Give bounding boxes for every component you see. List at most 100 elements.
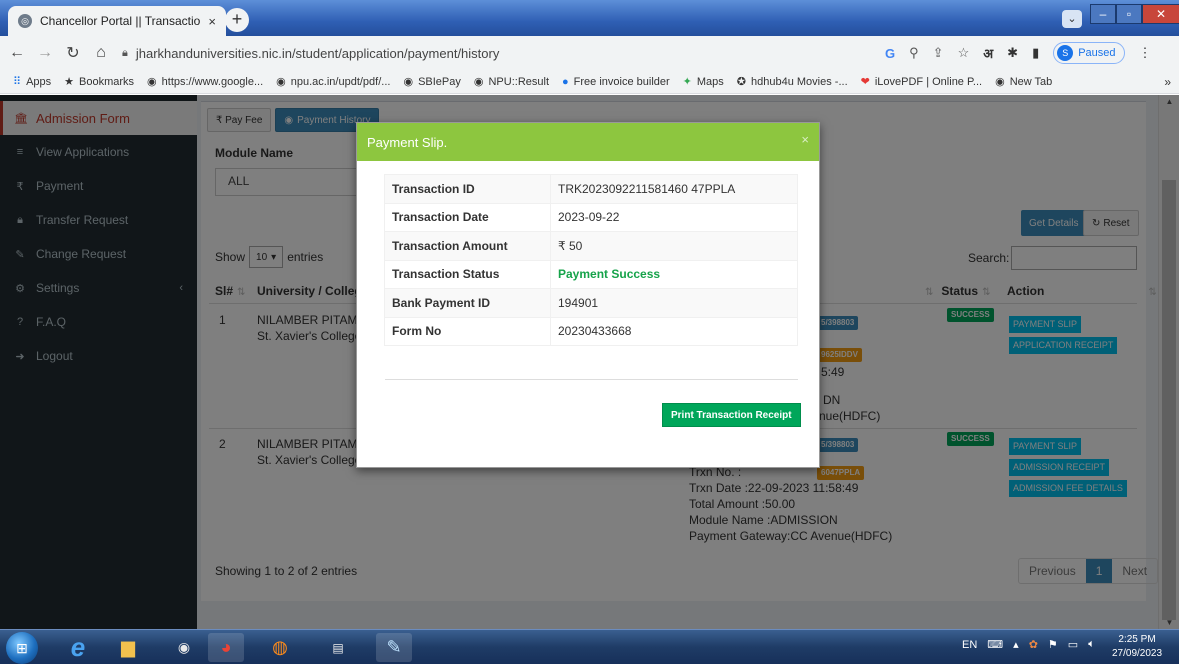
globe-icon: ◉ [473,76,484,88]
bookmark-item[interactable]: ● Free invoice builder [562,76,670,88]
clock-date: 27/09/2023 [1112,648,1163,659]
taskbar-clock[interactable]: 2:25 PM 27/09/2023 [1112,633,1162,661]
modal-header: Payment Slip. × [357,123,819,161]
firefox-icon[interactable]: ◍ [262,633,298,662]
reload-icon[interactable]: ↻ [62,43,84,63]
browser-tab[interactable]: ◎ Chancellor Portal || Transactions × [8,6,226,36]
browser-tab-bar: ◎ Chancellor Portal || Transactions × + … [0,0,1179,36]
address-toolbar: ← → ↻ ⌂ 🔒︎ jharkhanduniversities.nic.in/… [0,36,1179,70]
language-indicator[interactable]: EN [962,639,977,651]
bookmark-label: Apps [26,75,52,88]
bookmark-item[interactable]: ◉ NPU::Result [473,75,550,89]
payment-slip-table: Transaction ID TRK2023092211581460 47PPL… [384,174,798,346]
slip-row: Transaction Date 2023-09-22 [384,202,798,232]
bookmarks-overflow-icon[interactable]: » [1164,75,1171,89]
bookmark-item[interactable]: ◉ New Tab [995,75,1052,89]
media-player-icon[interactable]: ◉ [166,633,202,662]
slip-row: Transaction Status Payment Success [384,259,798,289]
internet-explorer-icon[interactable]: e [60,632,96,662]
bookmark-item[interactable]: ◉ npu.ac.in/updt/pdf/... [276,75,391,89]
form-no-value: 20230433668 [550,316,798,346]
lock-icon: 🔒︎ [122,46,128,59]
bookmark-label: Maps [696,75,724,88]
menu-kebab-icon[interactable]: ⋮ [1139,45,1152,61]
paint-icon[interactable]: ✎ [376,633,412,662]
profile-avatar: S [1057,45,1074,61]
bookmark-item[interactable]: ★ Bookmarks [64,75,135,89]
maps-icon: ✦ [682,76,692,88]
slip-row: Transaction ID TRK2023092211581460 47PPL… [384,174,798,204]
google-icon[interactable]: G [885,46,895,61]
bookmark-label: Free invoice builder [573,75,670,88]
url-text: jharkhanduniversities.nic.in/student/app… [135,45,500,61]
translate-icon[interactable]: अ [983,44,993,62]
modal-close-icon[interactable]: × [801,132,809,147]
modal-title: Payment Slip. [367,134,448,150]
zoom-icon[interactable]: ⚲ [909,45,919,61]
profile-button[interactable]: S Paused [1053,42,1125,64]
home-icon[interactable]: ⌂ [90,44,112,62]
network-icon[interactable]: ▭ [1068,638,1078,651]
file-explorer-icon[interactable]: ▆ [110,633,146,662]
back-icon[interactable]: ← [6,44,28,62]
bookmark-item[interactable]: ✪ hdhub4u Movies -... [736,75,848,89]
new-tab-button[interactable]: + [225,8,249,32]
close-window-icon[interactable]: ✕ [1142,4,1179,24]
bookmark-item[interactable]: ❤ iLovePDF | Online P... [860,75,983,89]
tab-close-icon[interactable]: × [208,14,216,29]
tray-expand-icon[interactable]: ▴ [1013,638,1019,651]
movie-icon: ✪ [736,76,747,88]
bookmark-item[interactable]: ✦ Maps [682,75,724,89]
tally-icon[interactable]: ▤ [320,633,356,662]
bookmark-item[interactable]: ◉ SBIePay [403,75,460,89]
volume-icon[interactable]: 🔈︎ [1088,638,1095,651]
app-tray-icon[interactable]: ✿ [1029,638,1038,651]
transaction-status-value: Payment Success [550,259,798,289]
transaction-status-label: Transaction Status [384,259,551,289]
windows-taskbar: ⊞ e ▆ ◉ ◕ ◍ ▤ ✎ EN ⌨ ▴ ✿ ⚑ ▭ 🔈︎ 2:25 PM … [0,629,1179,664]
clock-time: 2:25 PM [1118,634,1156,645]
bookmark-label: iLovePDF | Online P... [874,75,983,88]
bookmark-item[interactable]: ⠿ Apps [13,75,52,89]
bookmark-label: npu.ac.in/updt/pdf/... [290,75,391,88]
minimize-icon[interactable]: – [1090,4,1116,24]
bookmarks-bar: ⠿ Apps ★ Bookmarks ◉ https://www.google... ◉ np… [0,70,1179,94]
bookmark-label: https://www.google... [161,75,264,88]
maximize-icon[interactable]: ▫ [1116,4,1142,24]
globe-icon: ◉ [276,76,286,88]
side-panel-icon[interactable]: ▮ [1032,45,1039,61]
globe-icon: ◉ [403,76,414,88]
transaction-amount-label: Transaction Amount [384,231,551,261]
modal-footer-divider [385,379,798,380]
tab-title: Chancellor Portal || Transactions [40,14,201,28]
form-no-label: Form No [384,316,551,346]
tab-search-chevron-icon[interactable]: ⌄ [1062,10,1082,28]
window-controls: – ▫ ✕ [1090,4,1179,24]
chrome-icon[interactable]: ◕ [208,633,244,662]
keyboard-icon[interactable]: ⌨ [987,638,1003,651]
bookmark-label: NPU::Result [488,75,550,88]
slip-row: Bank Payment ID 194901 [384,288,798,318]
bank-payment-id-label: Bank Payment ID [384,288,551,318]
bookmark-label: hdhub4u Movies -... [751,75,848,88]
transaction-amount-value: ₹ 50 [550,231,798,261]
bookmark-label: Bookmarks [79,75,135,88]
transaction-id-label: Transaction ID [384,174,551,204]
globe-icon: ◉ [147,76,157,88]
flag-icon[interactable]: ⚑ [1048,638,1058,651]
heart-icon: ❤ [860,76,870,88]
bookmark-star-icon[interactable]: ☆ [958,45,970,61]
print-transaction-receipt-button[interactable]: Print Transaction Receipt [662,403,801,427]
extensions-icon[interactable]: ✱ [1007,45,1018,61]
transaction-date-value: 2023-09-22 [550,202,798,232]
forward-icon[interactable]: → [34,44,56,62]
payment-slip-modal: Payment Slip. × Transaction ID TRK202309… [356,122,820,468]
system-tray: EN ⌨ ▴ ✿ ⚑ ▭ 🔈︎ [962,638,1095,651]
slip-row: Form No 20230433668 [384,316,798,346]
bookmark-item[interactable]: ◉ https://www.google... [147,75,264,89]
globe-icon: ◉ [995,76,1005,88]
share-icon[interactable]: ⇪ [933,45,944,61]
invoice-icon: ● [562,75,569,88]
start-button-icon[interactable]: ⊞ [6,632,38,664]
url-bar[interactable]: 🔒︎ jharkhanduniversities.nic.in/student/… [122,41,874,65]
